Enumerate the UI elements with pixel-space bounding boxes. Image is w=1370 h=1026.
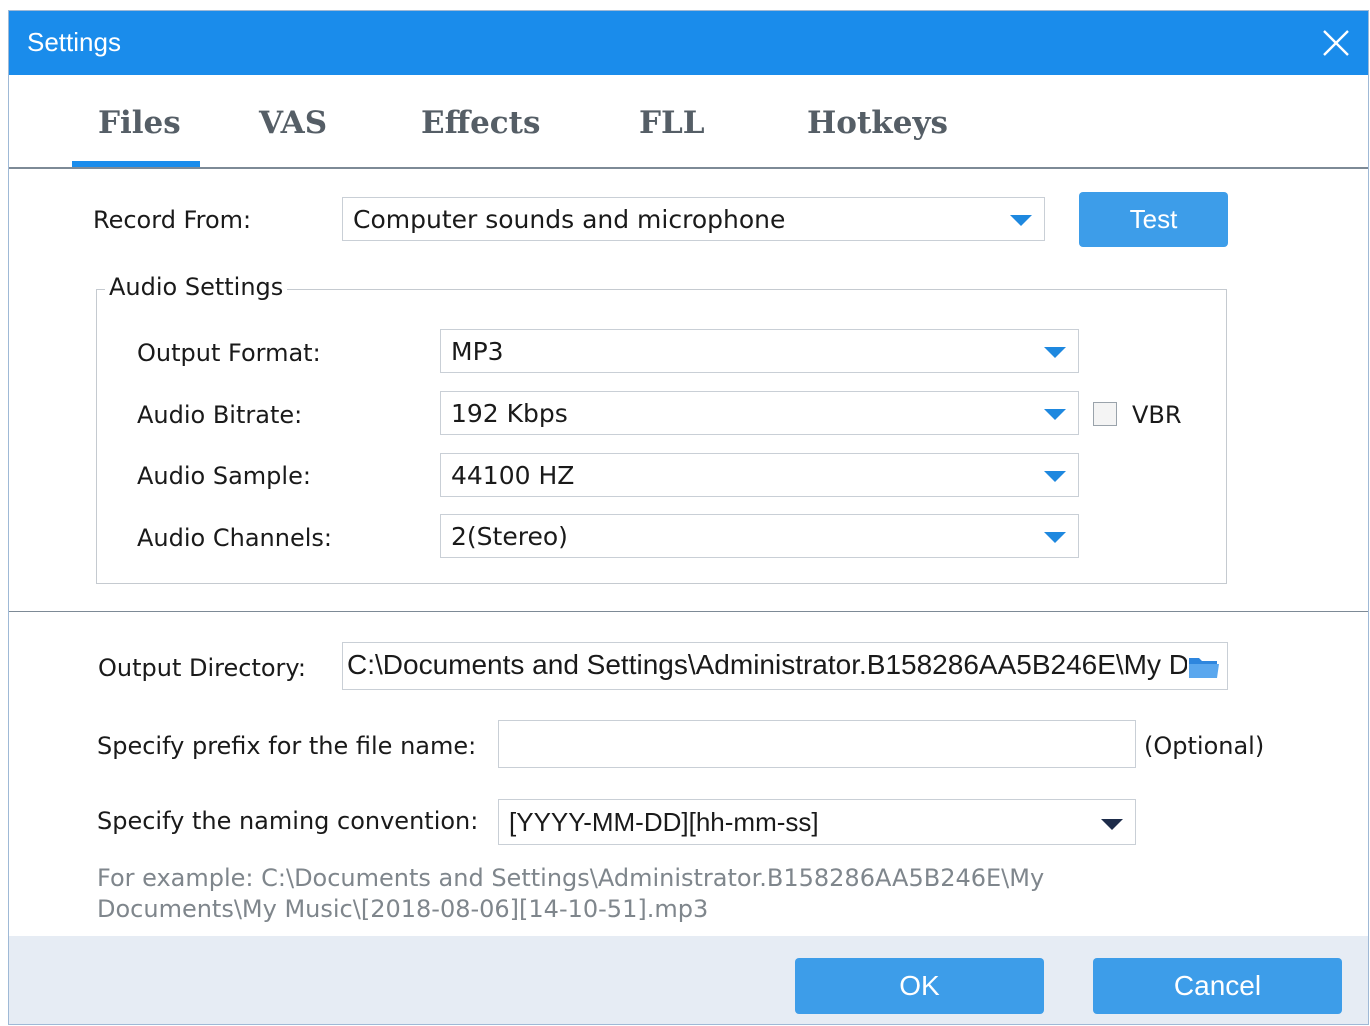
dialog-footer: OK Cancel	[9, 936, 1368, 1024]
prefix-label: Specify prefix for the file name:	[97, 732, 477, 760]
close-icon[interactable]	[1318, 25, 1354, 61]
example-path-text: For example: C:\Documents and Settings\A…	[97, 864, 1045, 923]
active-tab-indicator	[72, 161, 200, 167]
tab-fll[interactable]: FLL	[639, 105, 705, 141]
audio-settings-title: Audio Settings	[105, 273, 288, 301]
chevron-down-icon	[1044, 409, 1066, 420]
chevron-down-icon	[1044, 471, 1066, 482]
audio-sample-value: 44100 HZ	[451, 461, 575, 490]
audio-sample-label: Audio Sample:	[137, 462, 311, 490]
chevron-down-icon	[1044, 347, 1066, 358]
folder-icon[interactable]	[1187, 652, 1221, 680]
section-divider	[9, 611, 1368, 612]
record-from-label: Record From:	[93, 206, 252, 234]
test-button[interactable]: Test	[1079, 192, 1228, 247]
settings-dialog: Settings Files VAS Effects FLL Hotkeys R…	[8, 10, 1369, 1025]
vbr-checkbox[interactable]	[1093, 402, 1117, 426]
tab-bar: Files VAS Effects FLL Hotkeys	[9, 75, 1368, 169]
cancel-button[interactable]: Cancel	[1093, 958, 1342, 1014]
audio-bitrate-value: 192 Kbps	[451, 399, 568, 428]
title-bar: Settings	[9, 11, 1368, 75]
chevron-down-icon	[1044, 532, 1066, 543]
tab-hotkeys[interactable]: Hotkeys	[807, 105, 948, 141]
ok-button[interactable]: OK	[795, 958, 1044, 1014]
audio-channels-label: Audio Channels:	[137, 524, 332, 552]
output-directory-label: Output Directory:	[98, 654, 306, 682]
output-format-dropdown[interactable]: MP3	[440, 329, 1079, 373]
output-format-value: MP3	[451, 337, 504, 366]
tab-vas[interactable]: VAS	[259, 105, 327, 141]
output-format-label: Output Format:	[137, 339, 321, 367]
tab-files[interactable]: Files	[98, 105, 181, 141]
audio-bitrate-label: Audio Bitrate:	[137, 401, 303, 429]
record-from-value: Computer sounds and microphone	[353, 205, 786, 234]
prefix-input[interactable]	[498, 720, 1136, 768]
optional-label: (Optional)	[1144, 732, 1265, 760]
window-title: Settings	[27, 27, 121, 57]
naming-convention-label: Specify the naming convention:	[97, 807, 479, 835]
naming-convention-dropdown[interactable]: [YYYY-MM-DD][hh-mm-ss]	[498, 799, 1136, 845]
naming-convention-value: [YYYY-MM-DD][hh-mm-ss]	[509, 807, 819, 837]
audio-channels-dropdown[interactable]: 2(Stereo)	[440, 514, 1079, 558]
audio-channels-value: 2(Stereo)	[451, 522, 568, 551]
audio-sample-dropdown[interactable]: 44100 HZ	[440, 453, 1079, 497]
chevron-down-icon	[1010, 215, 1032, 226]
output-directory-field[interactable]: C:\Documents and Settings\Administrator.…	[342, 642, 1228, 690]
tab-effects[interactable]: Effects	[421, 105, 540, 141]
vbr-label: VBR	[1132, 401, 1182, 429]
record-from-dropdown[interactable]: Computer sounds and microphone	[342, 197, 1045, 241]
chevron-down-icon	[1101, 819, 1123, 830]
output-directory-value: C:\Documents and Settings\Administrator.…	[347, 649, 1187, 680]
audio-bitrate-dropdown[interactable]: 192 Kbps	[440, 391, 1079, 435]
